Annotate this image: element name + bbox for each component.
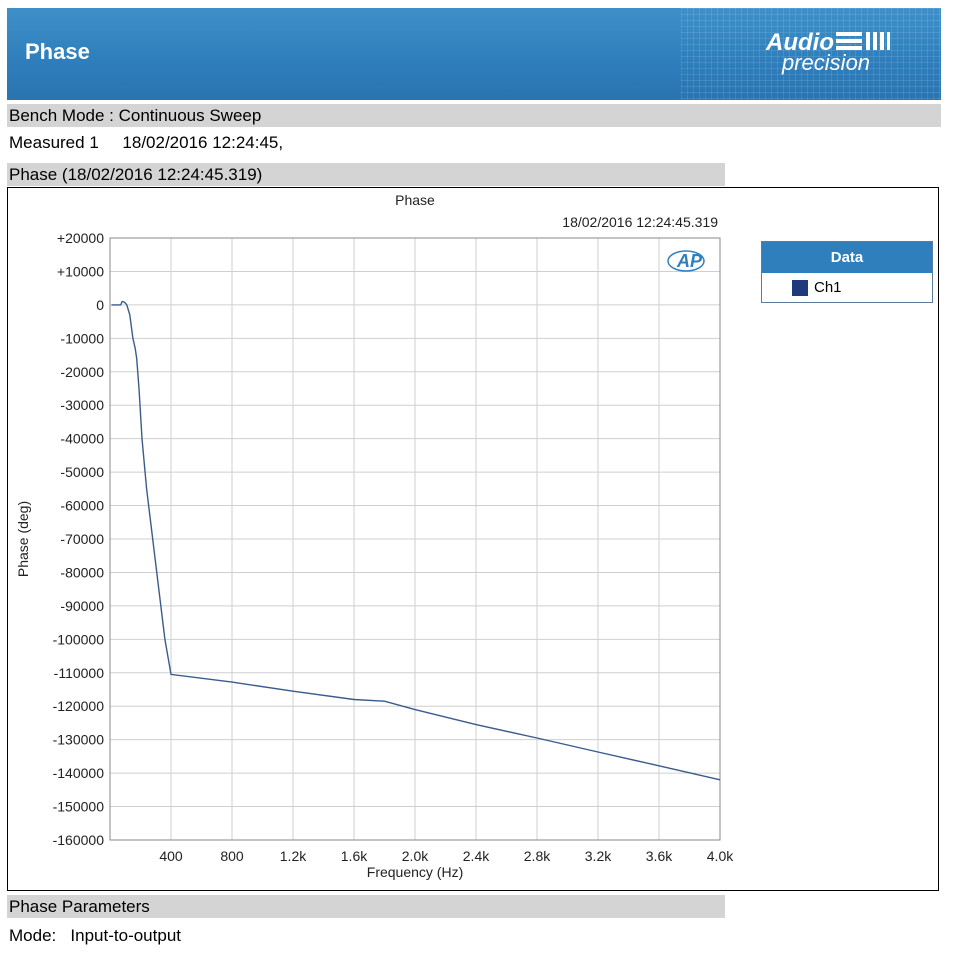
y-tick-label: -90000: [60, 598, 104, 614]
y-tick-label: -10000: [60, 330, 104, 346]
x-tick-label: 1.6k: [341, 848, 368, 864]
x-tick-label: 400: [159, 848, 183, 864]
y-tick-label: -100000: [53, 631, 105, 647]
x-tick-label: 3.2k: [585, 848, 612, 864]
mode-label: Mode:: [9, 926, 57, 945]
x-tick-label: 2.4k: [463, 848, 490, 864]
y-tick-label: -160000: [53, 832, 105, 848]
y-tick-label: -80000: [60, 564, 104, 580]
report-title: Phase: [25, 39, 90, 64]
measured-timestamp: 18/02/2016 12:24:45,: [122, 133, 284, 152]
x-tick-label: 3.6k: [646, 848, 673, 864]
y-tick-label: +10000: [57, 263, 104, 279]
y-tick-label: -20000: [60, 364, 104, 380]
x-tick-label: 1.2k: [280, 848, 307, 864]
y-tick-label: +20000: [57, 230, 104, 246]
y-tick-label: -140000: [53, 765, 105, 781]
legend-swatch: [792, 280, 808, 296]
graph-section-bar: Phase (18/02/2016 12:24:45.319): [7, 163, 725, 186]
y-tick-label: -30000: [60, 397, 104, 413]
legend-entry-ch1[interactable]: Ch1: [762, 273, 932, 303]
y-tick-label: -130000: [53, 732, 105, 748]
logo-bars-icon: [836, 32, 890, 50]
mode-row: Mode: Input-to-output: [7, 925, 181, 947]
chart-title: Phase: [395, 192, 435, 208]
parameters-bar: Phase Parameters: [7, 895, 725, 918]
x-axis-label: Frequency (Hz): [367, 864, 463, 880]
y-tick-label: -120000: [53, 698, 105, 714]
y-tick-label: -50000: [60, 464, 104, 480]
y-tick-label: -40000: [60, 431, 104, 447]
y-tick-label: -60000: [60, 498, 104, 514]
mode-value: Input-to-output: [70, 926, 181, 945]
y-tick-label: -70000: [60, 531, 104, 547]
chart-timestamp: 18/02/2016 12:24:45.319: [562, 214, 718, 230]
x-tick-label: 2.8k: [524, 848, 551, 864]
y-tick-label: -110000: [54, 665, 105, 681]
y-tick-label: 0: [96, 297, 104, 313]
series-line-ch1: [111, 300, 721, 781]
y-axis-label: Phase (deg): [15, 501, 31, 577]
x-tick-label: 4.0k: [707, 848, 734, 864]
legend-label: Ch1: [814, 279, 842, 296]
y-tick-label: -150000: [53, 799, 105, 815]
logo-precision-text: precision: [781, 50, 870, 75]
legend-box: Data Ch1: [761, 241, 933, 303]
bench-mode-bar: Bench Mode : Continuous Sweep: [7, 104, 941, 127]
measured-row: Measured 1 18/02/2016 12:24:45,: [7, 132, 283, 154]
x-tick-label: 2.0k: [402, 848, 429, 864]
measured-label: Measured 1: [9, 133, 99, 152]
x-tick-label: 800: [220, 848, 244, 864]
audio-precision-logo: Audio precision: [765, 29, 890, 75]
legend-title: Data: [762, 242, 932, 273]
